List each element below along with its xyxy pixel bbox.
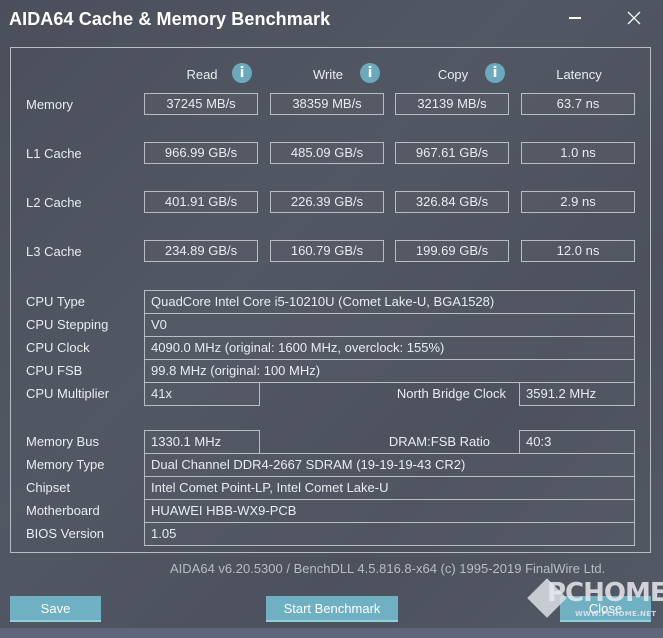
save-button[interactable]: Save xyxy=(10,596,101,622)
row-label-l2-cache: L2 Cache xyxy=(26,195,82,210)
start-benchmark-button[interactable]: Start Benchmark xyxy=(266,596,398,622)
cpu-clock-value: 4090.0 MHz (original: 1600 MHz, overcloc… xyxy=(144,336,635,360)
chipset-label: Chipset xyxy=(26,480,71,495)
l1-latency-value: 1.0 ns xyxy=(521,142,635,164)
cpu-multiplier-value: 41x xyxy=(144,382,260,406)
l2-write-value: 226.39 GB/s xyxy=(270,191,384,213)
minimize-icon xyxy=(569,17,581,19)
cpu-stepping-value: V0 xyxy=(144,313,635,337)
column-header-copy: Copy xyxy=(437,67,469,82)
close-window-button[interactable] xyxy=(619,6,649,30)
write-info-icon[interactable]: i xyxy=(360,63,380,83)
l2-copy-value: 326.84 GB/s xyxy=(395,191,509,213)
cpu-fsb-label: CPU FSB xyxy=(26,363,83,378)
cpu-type-label: CPU Type xyxy=(26,294,86,309)
column-header-read: Read xyxy=(186,67,218,82)
memory-latency-value: 63.7 ns xyxy=(521,93,635,115)
close-icon xyxy=(627,11,641,25)
memory-write-value: 38359 MB/s xyxy=(270,93,384,115)
dram-fsb-ratio-value: 40:3 xyxy=(519,430,635,454)
read-info-icon[interactable]: i xyxy=(232,63,252,83)
l1-read-value: 966.99 GB/s xyxy=(144,142,258,164)
motherboard-value: HUAWEI HBB-WX9-PCB xyxy=(144,499,635,523)
row-label-l1-cache: L1 Cache xyxy=(26,146,82,161)
column-header-write: Write xyxy=(312,67,344,82)
memory-copy-value: 32139 MB/s xyxy=(395,93,509,115)
l3-latency-value: 12.0 ns xyxy=(521,240,635,262)
bios-version-label: BIOS Version xyxy=(26,526,105,541)
memory-bus-value: 1330.1 MHz xyxy=(144,430,260,454)
window-title: AIDA64 Cache & Memory Benchmark xyxy=(9,9,331,29)
memory-type-label: Memory Type xyxy=(26,457,105,472)
memory-type-value: Dual Channel DDR4-2667 SDRAM (19-19-19-4… xyxy=(144,453,635,477)
version-footer: AIDA64 v6.20.5300 / BenchDLL 4.5.816.8-x… xyxy=(170,561,606,576)
l1-write-value: 485.09 GB/s xyxy=(270,142,384,164)
motherboard-label: Motherboard xyxy=(26,503,100,518)
l3-read-value: 234.89 GB/s xyxy=(144,240,258,262)
cpu-multiplier-label: CPU Multiplier xyxy=(26,386,110,401)
memory-bus-label: Memory Bus xyxy=(26,434,99,449)
bottom-strip xyxy=(0,628,663,638)
row-label-l3-cache: L3 Cache xyxy=(26,244,82,259)
cpu-clock-label: CPU Clock xyxy=(26,340,90,355)
dram-fsb-ratio-label: DRAM:FSB Ratio xyxy=(388,434,490,449)
l3-copy-value: 199.69 GB/s xyxy=(395,240,509,262)
copy-info-icon[interactable]: i xyxy=(485,63,505,83)
column-header-latency: Latency xyxy=(556,67,602,82)
l2-read-value: 401.91 GB/s xyxy=(144,191,258,213)
cpu-stepping-label: CPU Stepping xyxy=(26,317,109,332)
north-bridge-clock-label: North Bridge Clock xyxy=(396,386,506,401)
cpu-type-value: QuadCore Intel Core i5-10210U (Comet Lak… xyxy=(144,290,635,314)
row-label-memory: Memory xyxy=(26,97,73,112)
l1-copy-value: 967.61 GB/s xyxy=(395,142,509,164)
close-button[interactable]: Close xyxy=(560,596,651,622)
title-bar[interactable]: AIDA64 Cache & Memory Benchmark xyxy=(0,0,663,40)
l2-latency-value: 2.9 ns xyxy=(521,191,635,213)
l3-write-value: 160.79 GB/s xyxy=(270,240,384,262)
north-bridge-clock-value: 3591.2 MHz xyxy=(519,382,635,406)
cpu-fsb-value: 99.8 MHz (original: 100 MHz) xyxy=(144,359,635,383)
bios-version-value: 1.05 xyxy=(144,522,635,546)
minimize-button[interactable] xyxy=(560,6,590,30)
chipset-value: Intel Comet Point-LP, Intel Comet Lake-U xyxy=(144,476,635,500)
memory-read-value: 37245 MB/s xyxy=(144,93,258,115)
